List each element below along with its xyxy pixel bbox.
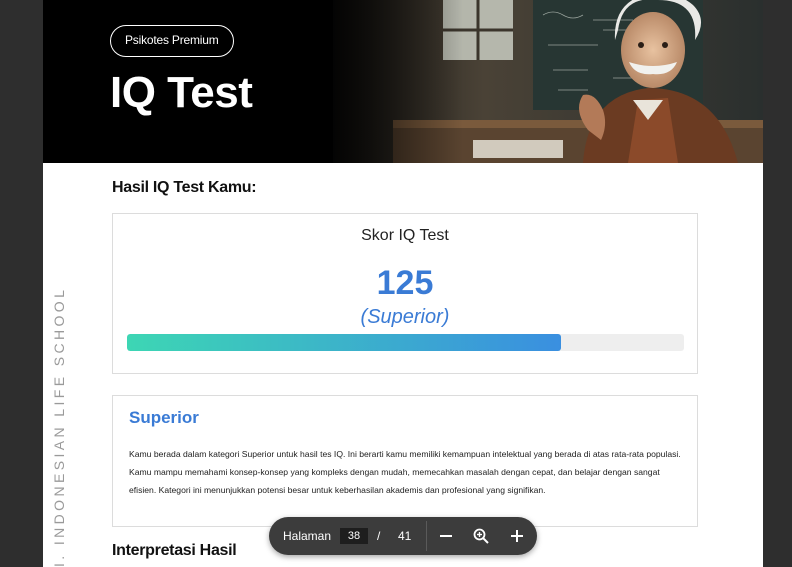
hero-fade (263, 0, 463, 163)
score-category: (Superior) (360, 306, 450, 328)
pdf-viewer: Psikotes Premium IQ Test I. INDONESIAN L… (0, 0, 792, 567)
zoom-out-button[interactable] (436, 526, 456, 546)
score-progress-fill (127, 334, 562, 351)
page-number-input[interactable] (340, 528, 368, 544)
hero-banner: Psikotes Premium IQ Test (43, 0, 763, 163)
page-toolbar: Halaman / 41 (269, 517, 537, 555)
zoom-in-button[interactable] (507, 526, 527, 546)
side-watermark-text: I. INDONESIAN LIFE SCHOOL (51, 286, 67, 567)
score-value: 125 (376, 264, 434, 302)
plus-icon (511, 530, 523, 542)
page-separator: / (377, 529, 381, 543)
score-card: Skor IQ Test 125 (Superior) (112, 213, 698, 374)
page-label: Halaman (283, 529, 332, 543)
category-title: Superior (129, 408, 199, 427)
premium-badge: Psikotes Premium (110, 25, 234, 57)
minus-icon (440, 535, 452, 537)
interpretation-heading: Interpretasi Hasil (112, 542, 237, 559)
document-page: Psikotes Premium IQ Test I. INDONESIAN L… (43, 0, 763, 567)
score-label: Skor IQ Test (361, 227, 449, 244)
score-progress-track (127, 334, 684, 351)
page-title: IQ Test (110, 68, 253, 117)
category-description: Kamu berada dalam kategori Superior untu… (129, 449, 681, 495)
result-section-title: Hasil IQ Test Kamu: (112, 179, 257, 196)
toolbar-divider (426, 521, 427, 551)
category-description-card: Superior Kamu berada dalam kategori Supe… (112, 395, 698, 527)
zoom-button[interactable] (471, 526, 491, 546)
total-pages: 41 (398, 529, 412, 543)
zoom-icon (473, 528, 489, 544)
